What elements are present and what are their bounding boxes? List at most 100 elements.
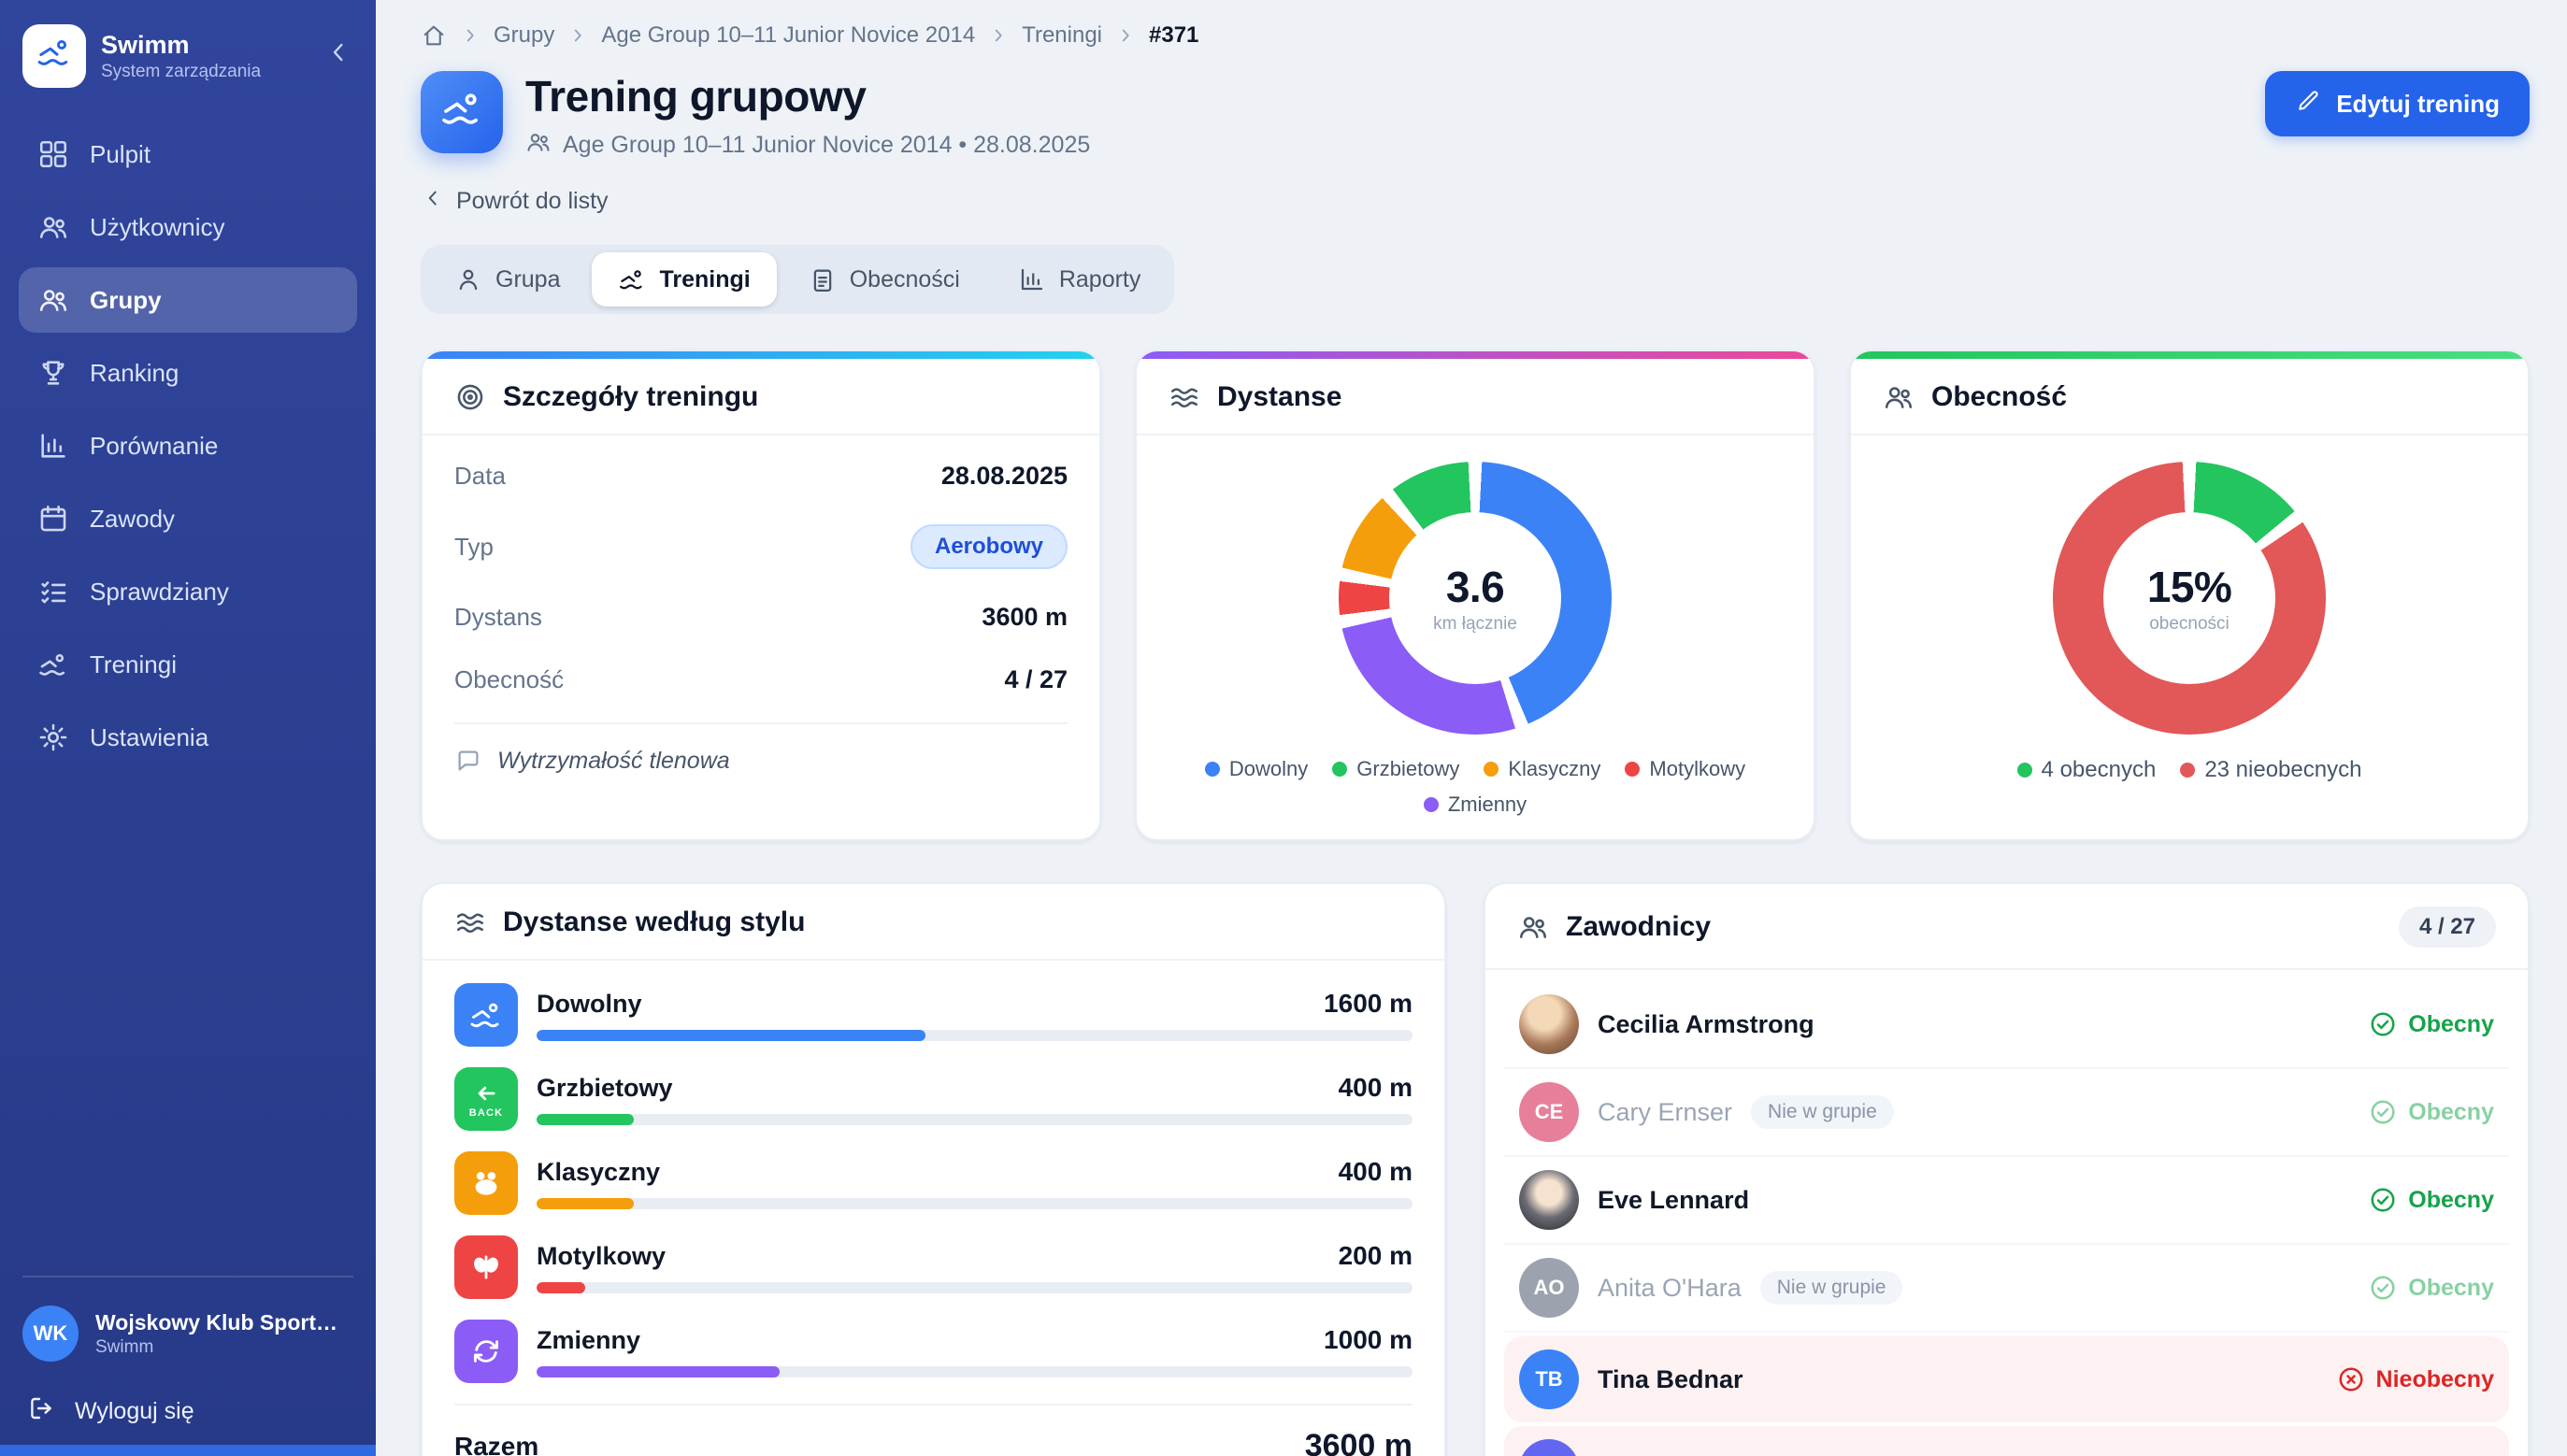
page-header: Trening grupowy Age Group 10–11 Junior N…: [421, 71, 2530, 162]
legend-dot: [2180, 763, 2195, 778]
athlete-row[interactable]: ABArlene BoyerNieobecny: [1504, 1426, 2509, 1456]
sidebar-item-pulpit[interactable]: Pulpit: [19, 121, 357, 187]
detail-label: Typ: [454, 533, 494, 562]
chevron-right-icon: [460, 25, 480, 46]
swimmer-icon: [37, 649, 69, 680]
total-value: 3600 m: [1305, 1428, 1413, 1456]
card-title: Dystanse według stylu: [503, 906, 805, 938]
style-progress-bar: [537, 1114, 1413, 1125]
logout-label: Wyloguj się: [75, 1398, 194, 1425]
sidebar-item-sprawdziany[interactable]: Sprawdziany: [19, 559, 357, 624]
style-progress-bar: [537, 1366, 1413, 1377]
athlete-row[interactable]: Cecilia ArmstrongObecny: [1504, 981, 2509, 1069]
card-accent: [1851, 351, 2528, 359]
brand-subtitle: System zarządzania: [101, 62, 261, 82]
breadcrumb-item[interactable]: Treningi: [1022, 22, 1102, 49]
sidebar-item-label: Grupy: [90, 286, 162, 315]
detail-label: Obecność: [454, 665, 564, 694]
athletes-count-badge: 4 / 27: [2399, 906, 2496, 948]
tab-obecności[interactable]: Obecności: [782, 252, 986, 307]
card-title: Obecność: [1931, 381, 2067, 413]
athlete-name: Cary Ernser: [1598, 1098, 1732, 1127]
page-title: Trening grupowy: [525, 71, 1090, 121]
athlete-row[interactable]: Eve LennardObecny: [1504, 1157, 2509, 1245]
tab-raporty[interactable]: Raporty: [992, 252, 1168, 307]
athlete-row[interactable]: TBTina BednarNieobecny: [1504, 1336, 2509, 1422]
legend-label: Zmienny: [1448, 792, 1527, 817]
athlete-row[interactable]: AOAnita O'HaraNie w grupieObecny: [1504, 1245, 2509, 1333]
total-row: Razem 3600 m: [454, 1404, 1413, 1456]
athlete-row[interactable]: CECary ErnserNie w grupieObecny: [1504, 1069, 2509, 1157]
detail-label: Data: [454, 462, 506, 491]
legend-label: Klasyczny: [1508, 757, 1600, 781]
chevron-right-icon: [1115, 25, 1136, 46]
legend-dot: [1424, 797, 1439, 812]
style-label: Klasyczny: [537, 1158, 660, 1187]
legend-item: Motylkowy: [1625, 757, 1745, 781]
sidebar-collapse-button[interactable]: [323, 37, 353, 75]
check-circle-icon: [2369, 1274, 2397, 1302]
x-circle-icon: [2337, 1365, 2365, 1393]
backarrow-icon: BACK: [454, 1067, 518, 1131]
style-progress-bar: [537, 1282, 1413, 1293]
sidebar-item-label: Użytkownicy: [90, 213, 224, 242]
style-row: BACKGrzbietowy400 m: [454, 1067, 1413, 1131]
legend-label: 4 obecnych: [2042, 757, 2157, 783]
legend-label: Grzbietowy: [1356, 757, 1459, 781]
athlete-avatar: AB: [1519, 1439, 1579, 1456]
comment-icon: [454, 747, 482, 775]
sidebar-item-label: Ranking: [90, 359, 179, 388]
attendance-status-label: Obecny: [2408, 1099, 2494, 1126]
home-icon[interactable]: [421, 22, 447, 49]
clipboard-icon: [809, 265, 837, 293]
tab-treningi[interactable]: Treningi: [592, 252, 776, 307]
sidebar-item-ranking[interactable]: Ranking: [19, 340, 357, 406]
legend-item: Zmienny: [1424, 792, 1527, 817]
attendance-status[interactable]: Obecny: [2369, 1274, 2494, 1302]
not-in-group-badge: Nie w grupie: [1760, 1271, 1903, 1305]
athlete-name: Anita O'Hara: [1598, 1274, 1742, 1303]
athlete-avatar: CE: [1519, 1082, 1579, 1142]
breadcrumb-item[interactable]: Grupy: [494, 22, 554, 49]
attendance-status[interactable]: Nieobecny: [2337, 1365, 2494, 1393]
style-row: Klasyczny400 m: [454, 1151, 1413, 1215]
club-name: Wojskowy Klub Sportowy ...: [95, 1310, 348, 1335]
summary-cards: Szczegóły treningu Data28.08.2025TypAero…: [421, 350, 2530, 841]
back-to-list-label: Powrót do listy: [456, 188, 609, 215]
logout-button[interactable]: Wyloguj się: [0, 1375, 376, 1456]
tab-grupa[interactable]: Grupa: [428, 252, 586, 307]
waves-icon: [454, 906, 486, 938]
attendance-status[interactable]: Obecny: [2369, 1186, 2494, 1214]
club-account[interactable]: WK Wojskowy Klub Sportowy ... Swimm: [0, 1292, 376, 1375]
detail-label: Dystans: [454, 603, 542, 632]
breadcrumb-item[interactable]: Age Group 10–11 Junior Novice 2014: [601, 22, 975, 49]
card-header: Zawodnicy 4 / 27: [1485, 884, 2528, 970]
brand: Swimm System zarządzania: [0, 0, 376, 114]
sidebar-item-ustawienia[interactable]: Ustawienia: [19, 705, 357, 770]
tab-bar: Grupa TreningiObecnościRaporty: [421, 245, 1174, 314]
distance-legend: DowolnyGrzbietowyKlasycznyMotylkowyZmien…: [1167, 757, 1784, 817]
sidebar-item-porownanie[interactable]: Porównanie: [19, 413, 357, 478]
detail-row: Dystans3600 m: [454, 586, 1068, 649]
tab-label: Grupa: [495, 266, 560, 293]
sidebar-item-zawody[interactable]: Zawody: [19, 486, 357, 551]
breadcrumb: Grupy Age Group 10–11 Junior Novice 2014 T…: [421, 15, 2530, 64]
sidebar-item-treningi[interactable]: Treningi: [19, 632, 357, 697]
legend-item: 23 nieobecnych: [2180, 757, 2361, 783]
gear-icon: [37, 721, 69, 753]
back-to-list-link[interactable]: Powrót do listy: [421, 186, 609, 217]
check-circle-icon: [2369, 1010, 2397, 1038]
page-subtitle-text: Age Group 10–11 Junior Novice 2014 • 28.…: [563, 132, 1090, 159]
chart-icon: [1018, 265, 1046, 293]
sidebar-item-label: Sprawdziany: [90, 578, 229, 607]
sidebar-item-uzytkownicy[interactable]: Użytkownicy: [19, 194, 357, 260]
legend-label: Motylkowy: [1649, 757, 1745, 781]
attendance-status[interactable]: Obecny: [2369, 1098, 2494, 1126]
swimmer-icon: [439, 86, 484, 138]
edit-training-button[interactable]: Edytuj trening: [2265, 71, 2530, 136]
attendance-status[interactable]: Obecny: [2369, 1010, 2494, 1038]
sidebar-item-grupy[interactable]: Grupy: [19, 267, 357, 333]
athlete-name: Tina Bednar: [1598, 1365, 1743, 1394]
detail-row: Data28.08.2025: [454, 445, 1068, 507]
breadcrumb-item: #371: [1149, 22, 1198, 49]
